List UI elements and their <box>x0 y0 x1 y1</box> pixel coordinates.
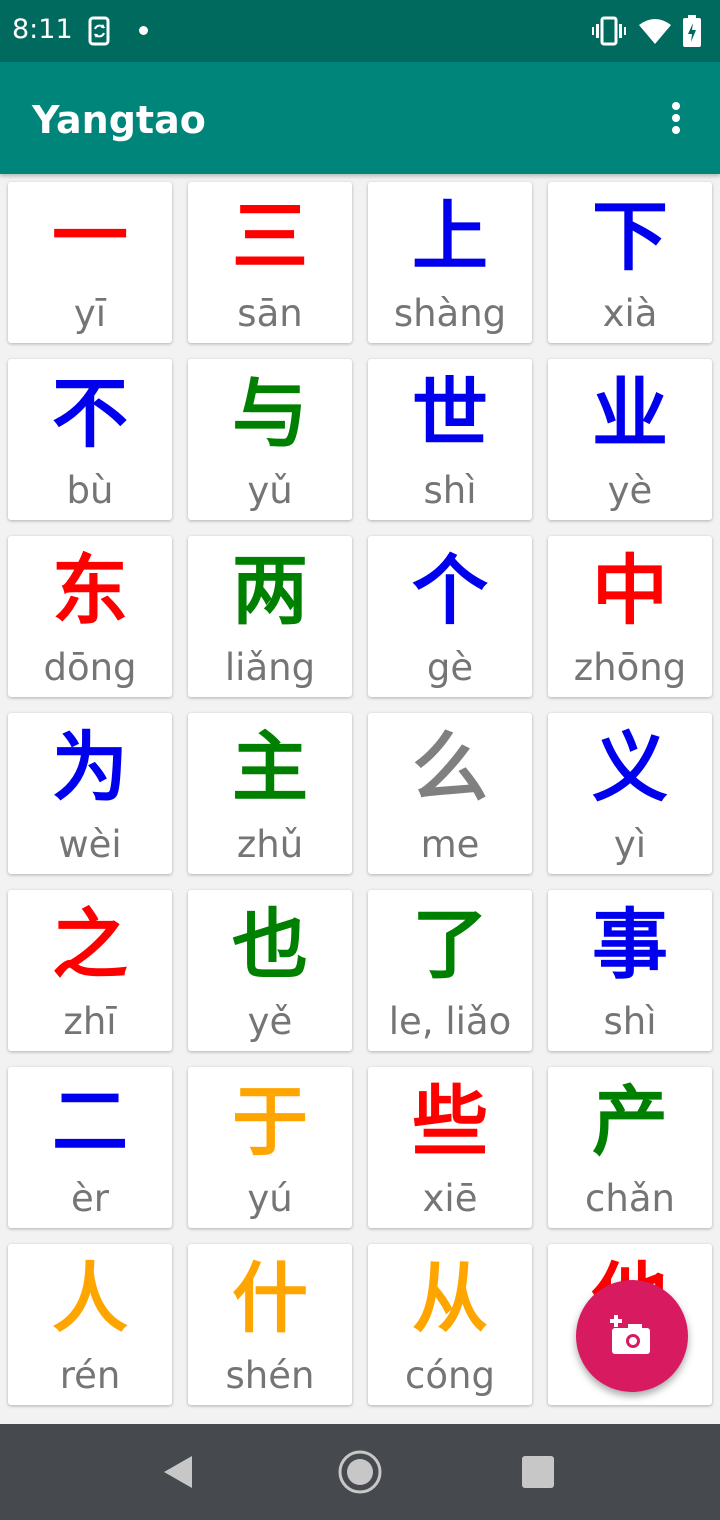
character-card[interactable]: 业 yè <box>548 359 712 520</box>
character-pinyin: shén <box>225 1354 315 1397</box>
character-card[interactable]: 为 wèi <box>8 713 172 874</box>
character-hanzi: 东 <box>52 546 128 635</box>
character-hanzi: 也 <box>232 900 308 989</box>
character-hanzi: 么 <box>412 723 488 812</box>
character-card[interactable]: 三 sān <box>188 182 352 343</box>
character-pinyin: yǔ <box>247 469 293 512</box>
character-pinyin: zhī <box>63 1000 117 1043</box>
character-pinyin: xiē <box>422 1177 478 1220</box>
character-hanzi: 之 <box>52 900 128 989</box>
character-hanzi: 产 <box>592 1077 668 1166</box>
character-card[interactable]: 义 yì <box>548 713 712 874</box>
character-hanzi: 世 <box>412 369 488 458</box>
character-pinyin: cóng <box>405 1354 495 1397</box>
character-card[interactable]: 世 shì <box>368 359 532 520</box>
character-pinyin: zhǔ <box>236 823 304 866</box>
character-pinyin: me <box>420 823 480 866</box>
character-card[interactable]: 于 yú <box>188 1067 352 1228</box>
character-pinyin: liǎng <box>224 646 316 689</box>
character-card[interactable]: 与 yǔ <box>188 359 352 520</box>
character-pinyin: shì <box>603 1000 657 1043</box>
character-pinyin: yè <box>607 469 653 512</box>
notification-dot-icon <box>139 26 148 35</box>
character-hanzi: 三 <box>232 192 308 281</box>
character-card[interactable]: 产 chǎn <box>548 1067 712 1228</box>
character-card[interactable]: 事 shì <box>548 890 712 1051</box>
character-hanzi: 业 <box>592 369 668 458</box>
character-hanzi: 下 <box>592 192 668 281</box>
character-pinyin: zhōng <box>573 646 687 689</box>
character-hanzi: 于 <box>232 1077 308 1166</box>
character-pinyin: shì <box>423 469 477 512</box>
character-card[interactable]: 个 gè <box>368 536 532 697</box>
add-photo-icon <box>610 1315 650 1354</box>
character-pinyin: èr <box>71 1177 109 1220</box>
home-icon[interactable] <box>337 1449 383 1495</box>
character-hanzi: 从 <box>412 1254 488 1343</box>
character-hanzi: 什 <box>232 1254 308 1343</box>
character-hanzi: 个 <box>412 546 488 635</box>
character-card[interactable]: 中 zhōng <box>548 536 712 697</box>
wifi-icon <box>639 19 671 44</box>
status-bar: 8:11 <box>0 0 720 62</box>
character-pinyin: le, liǎo <box>388 1000 512 1043</box>
character-hanzi: 事 <box>592 900 668 989</box>
character-card[interactable]: 上 shàng <box>368 182 532 343</box>
character-grid: 一 yī 三 sān 上 shàng 下 xià 不 bù 与 yǔ 世 shì 业 yè 东 dōng 两 liǎn… <box>0 174 720 1424</box>
character-card[interactable]: 也 yě <box>188 890 352 1051</box>
character-hanzi: 两 <box>232 546 308 635</box>
character-card[interactable]: 人 rén <box>8 1244 172 1405</box>
status-time: 8:11 <box>12 14 73 45</box>
character-pinyin: sān <box>237 292 303 335</box>
character-hanzi: 些 <box>412 1077 488 1166</box>
character-pinyin: chǎn <box>585 1177 675 1220</box>
character-pinyin: xià <box>602 292 658 335</box>
character-card[interactable]: 些 xiē <box>368 1067 532 1228</box>
character-hanzi: 义 <box>592 723 668 812</box>
character-card[interactable]: 从 cóng <box>368 1244 532 1405</box>
character-hanzi: 人 <box>52 1254 128 1343</box>
character-hanzi: 上 <box>412 192 488 281</box>
back-icon[interactable] <box>160 1454 196 1490</box>
character-card[interactable]: 什 shén <box>188 1244 352 1405</box>
character-hanzi: 了 <box>412 900 488 989</box>
character-hanzi: 中 <box>592 546 668 635</box>
character-hanzi: 二 <box>52 1077 128 1166</box>
character-pinyin: yì <box>613 823 647 866</box>
character-card[interactable]: 主 zhǔ <box>188 713 352 874</box>
character-pinyin: yě <box>247 1000 293 1043</box>
character-pinyin: yī <box>73 292 107 335</box>
character-pinyin: shàng <box>393 292 507 335</box>
character-card[interactable]: 之 zhī <box>8 890 172 1051</box>
character-pinyin: yú <box>247 1177 293 1220</box>
character-hanzi: 与 <box>232 369 308 458</box>
character-pinyin: bù <box>66 469 114 512</box>
character-pinyin: gè <box>426 646 474 689</box>
sync-icon <box>88 16 110 46</box>
character-pinyin: wèi <box>58 823 122 866</box>
character-hanzi: 为 <box>52 723 128 812</box>
battery-icon <box>683 15 701 47</box>
app-title: Yangtao <box>32 98 206 142</box>
navigation-bar <box>0 1424 720 1520</box>
add-photo-button[interactable] <box>576 1280 688 1392</box>
character-card[interactable]: 两 liǎng <box>188 536 352 697</box>
character-hanzi: 不 <box>52 369 128 458</box>
vibrate-icon <box>592 16 626 46</box>
character-card[interactable]: 么 me <box>368 713 532 874</box>
recents-icon[interactable] <box>522 1456 554 1488</box>
character-card[interactable]: 不 bù <box>8 359 172 520</box>
character-card[interactable]: 东 dōng <box>8 536 172 697</box>
character-hanzi: 主 <box>232 723 308 812</box>
more-vert-icon[interactable] <box>662 98 690 138</box>
character-card[interactable]: 二 èr <box>8 1067 172 1228</box>
app-bar: Yangtao <box>0 62 720 174</box>
character-pinyin: rén <box>59 1354 121 1397</box>
character-card[interactable]: 一 yī <box>8 182 172 343</box>
character-hanzi: 一 <box>52 192 128 281</box>
character-pinyin: dōng <box>43 646 137 689</box>
character-card[interactable]: 下 xià <box>548 182 712 343</box>
character-card[interactable]: 了 le, liǎo <box>368 890 532 1051</box>
